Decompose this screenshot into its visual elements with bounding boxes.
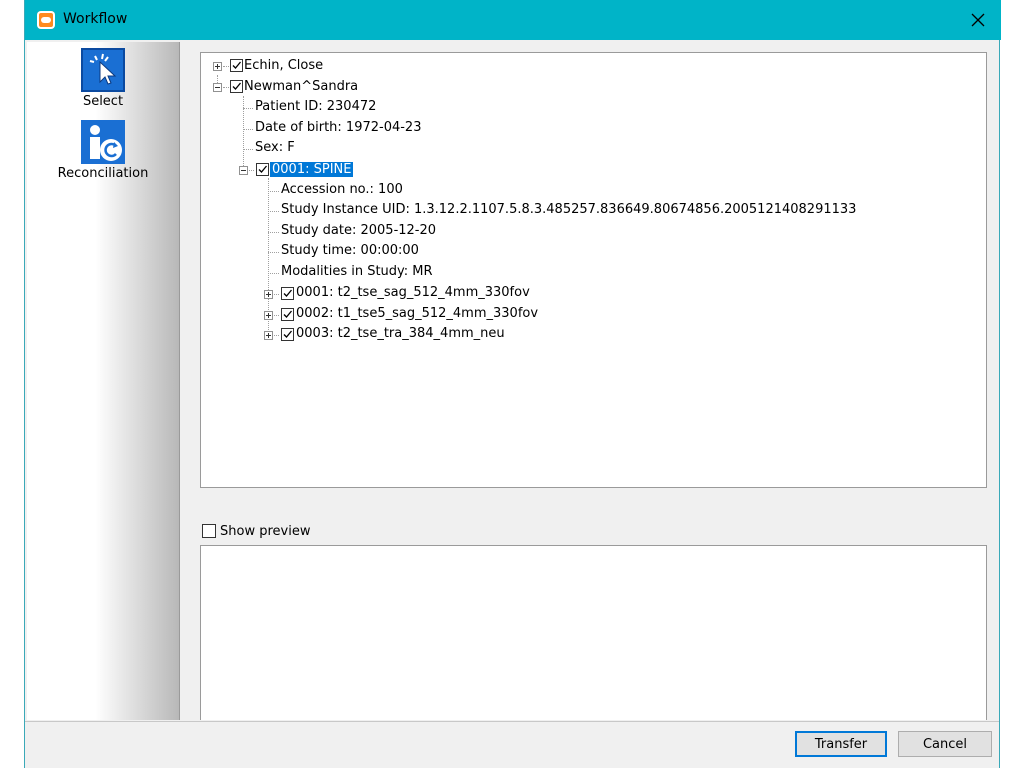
tree-guide: [223, 66, 229, 68]
tree-guide: [249, 170, 254, 172]
footer-divider: [25, 721, 999, 722]
expand-toggle[interactable]: [264, 290, 273, 299]
transfer-button[interactable]: Transfer: [795, 731, 887, 757]
nav-item-reconciliation[interactable]: Reconciliation: [27, 120, 179, 181]
tree-detail[interactable]: Modalities in Study: MR: [281, 263, 433, 281]
tree-node-series[interactable]: 0002: t1_tse5_sag_512_4mm_330fov: [296, 305, 538, 323]
tree-node-series[interactable]: 0003: t2_tse_tra_384_4mm_neu: [296, 325, 505, 343]
series-checkbox[interactable]: [281, 287, 294, 300]
tree-detail[interactable]: Study time: 00:00:00: [281, 242, 419, 260]
patient-checkbox[interactable]: [230, 59, 243, 72]
tree-guide: [268, 273, 279, 275]
series-checkbox[interactable]: [281, 328, 294, 341]
collapse-toggle[interactable]: [213, 83, 222, 92]
tree-node-patient[interactable]: Echin, Close: [244, 57, 323, 75]
window-title: Workflow: [63, 11, 128, 27]
collapse-toggle[interactable]: [239, 166, 248, 175]
tree-guide: [268, 211, 279, 213]
tree-guide: [268, 252, 279, 254]
show-preview-label[interactable]: Show preview: [220, 524, 310, 539]
close-icon: [971, 13, 985, 27]
tree-node-study[interactable]: 0001: SPINE: [270, 161, 354, 179]
tree-guide: [268, 191, 279, 193]
show-preview-checkbox[interactable]: [202, 524, 216, 538]
person-refresh-icon: [81, 120, 125, 164]
tree-guide: [274, 315, 279, 317]
tree-node-patient[interactable]: Newman^Sandra: [244, 78, 358, 96]
tree-detail[interactable]: Sex: F: [255, 139, 295, 157]
cursor-click-icon: [81, 48, 125, 92]
tree-guide: [274, 294, 279, 296]
expand-toggle[interactable]: [264, 331, 273, 340]
study-checkbox[interactable]: [256, 163, 269, 176]
patient-tree[interactable]: Echin, Close Newman^Sandra Patient ID: 2…: [200, 52, 987, 488]
expand-toggle[interactable]: [213, 62, 222, 71]
tree-detail[interactable]: Date of birth: 1972-04-23: [255, 119, 421, 137]
tree-detail[interactable]: Patient ID: 230472: [255, 98, 376, 116]
tree-guide: [274, 335, 279, 337]
nav-item-select[interactable]: Select: [27, 48, 179, 109]
tree-detail[interactable]: Study date: 2005-12-20: [281, 222, 436, 240]
series-checkbox[interactable]: [281, 308, 294, 321]
title-bar[interactable]: Workflow: [25, 0, 1001, 40]
study-label: 0001: SPINE: [270, 162, 354, 177]
cancel-button[interactable]: Cancel: [898, 731, 992, 757]
nav-label-select: Select: [82, 94, 124, 109]
preview-pane: [200, 545, 987, 720]
expand-toggle[interactable]: [264, 311, 273, 320]
workflow-window: Workflow Select Reconciliation Echin, Cl…: [24, 0, 1001, 768]
tree-guide: [243, 108, 253, 110]
patient-checkbox[interactable]: [230, 80, 243, 93]
tree-detail[interactable]: Accession no.: 100: [281, 181, 403, 199]
tree-guide: [243, 149, 253, 151]
sidebar-nav: Select Reconciliation: [27, 42, 180, 720]
tree-guide: [268, 232, 279, 234]
close-button[interactable]: [955, 0, 1001, 40]
tree-node-series[interactable]: 0001: t2_tse_sag_512_4mm_330fov: [296, 284, 530, 302]
nav-label-reconciliation: Reconciliation: [57, 166, 149, 181]
tree-guide: [223, 87, 229, 89]
tree-guide: [243, 129, 253, 131]
tree-detail[interactable]: Study Instance UID: 1.3.12.2.1107.5.8.3.…: [281, 201, 856, 219]
app-icon: [37, 11, 55, 29]
